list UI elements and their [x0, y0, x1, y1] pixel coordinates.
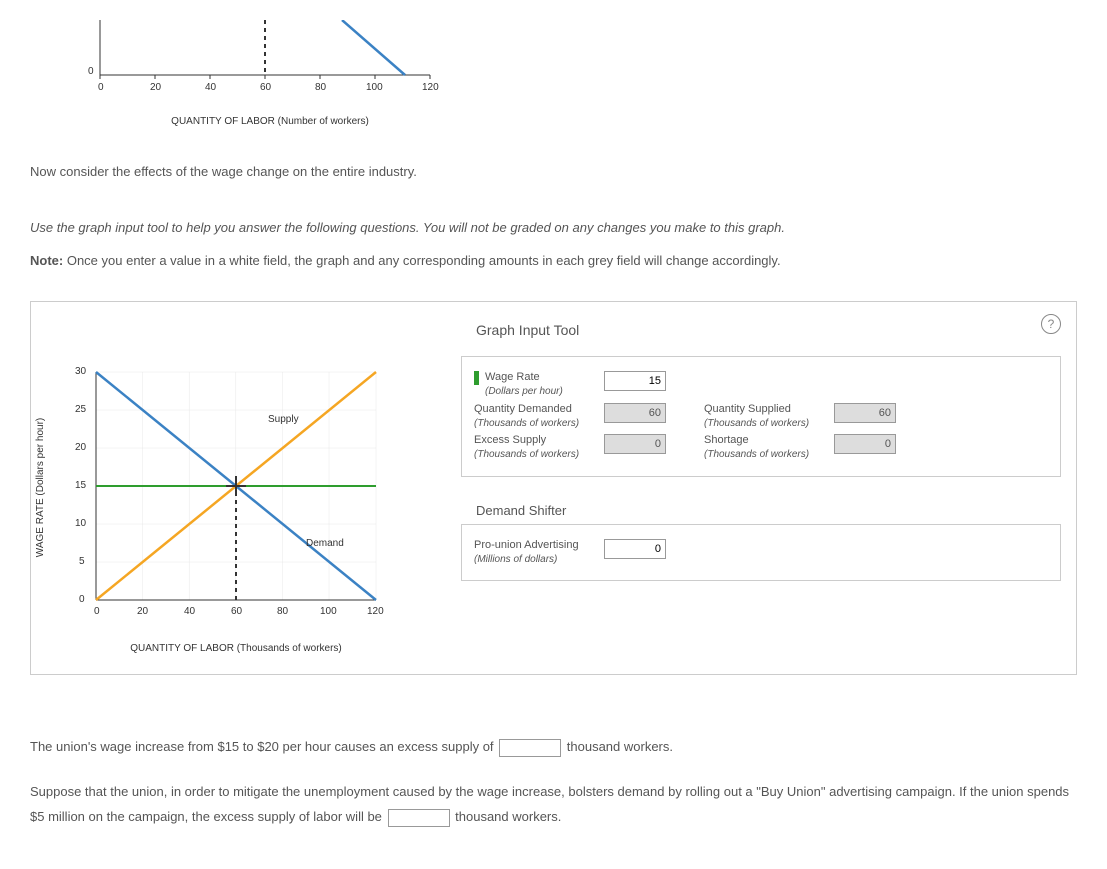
- shifter-group: Pro-union Advertising (Millions of dolla…: [461, 524, 1061, 582]
- green-bar-icon: [474, 371, 479, 385]
- yt5: 5: [79, 556, 85, 567]
- yt0: 0: [79, 594, 85, 605]
- supply-label: Supply: [268, 414, 299, 425]
- top-x-100: 100: [366, 82, 383, 93]
- excess-sub: (Thousands of workers): [474, 449, 579, 460]
- q1-input[interactable]: [499, 739, 561, 757]
- xt60: 60: [231, 606, 242, 617]
- yt20: 20: [75, 442, 86, 453]
- wage-rate-label: Wage Rate: [485, 371, 540, 383]
- qd-value: 60: [604, 403, 666, 423]
- shortage-label-wrap: Shortage (Thousands of workers): [704, 434, 824, 462]
- question-2: Suppose that the union, in order to miti…: [30, 780, 1077, 829]
- excess-label: Excess Supply: [474, 434, 546, 446]
- top-chart: 0 0 20 40 60 80 100 120 QUANTITY OF LABO…: [60, 20, 1077, 127]
- adv-sub: (Millions of dollars): [474, 554, 557, 565]
- top-x-60: 60: [260, 82, 271, 93]
- intro-line-3-body: Once you enter a value in a white field,…: [63, 253, 780, 268]
- xt0: 0: [94, 606, 100, 617]
- excess-value: 0: [604, 434, 666, 454]
- adv-label-wrap: Pro-union Advertising (Millions of dolla…: [474, 539, 594, 567]
- top-x-80: 80: [315, 82, 326, 93]
- qd-sub: (Thousands of workers): [474, 418, 579, 429]
- shortage-sub: (Thousands of workers): [704, 449, 809, 460]
- main-chart-col: WAGE RATE (Dollars per hour): [41, 322, 421, 654]
- yt15: 15: [75, 480, 86, 491]
- top-x-40: 40: [205, 82, 216, 93]
- qs-value: 60: [834, 403, 896, 423]
- yt30: 30: [75, 366, 86, 377]
- excess-label-wrap: Excess Supply (Thousands of workers): [474, 434, 594, 462]
- q1-post: thousand workers.: [563, 739, 673, 754]
- xt120: 120: [367, 606, 384, 617]
- top-x-120: 120: [422, 82, 439, 93]
- question-1: The union's wage increase from $15 to $2…: [30, 735, 1077, 760]
- xt100: 100: [320, 606, 337, 617]
- wage-rate-label-wrap: Wage Rate (Dollars per hour): [474, 371, 594, 399]
- adv-label: Pro-union Advertising: [474, 539, 579, 551]
- qd-label: Quantity Demanded: [474, 403, 572, 415]
- main-xaxis-label: QUANTITY OF LABOR (Thousands of workers): [96, 643, 376, 654]
- intro-line-2: Use the graph input tool to help you ans…: [30, 218, 1077, 239]
- top-xaxis-label: QUANTITY OF LABOR (Number of workers): [100, 116, 440, 127]
- qs-sub: (Thousands of workers): [704, 418, 809, 429]
- top-x-0: 0: [98, 82, 104, 93]
- adv-input[interactable]: [604, 539, 666, 559]
- shortage-label: Shortage: [704, 434, 749, 446]
- tool-title: Graph Input Tool: [476, 322, 1061, 338]
- shifter-title: Demand Shifter: [476, 503, 1061, 518]
- market-group: Wage Rate (Dollars per hour) Quantity De…: [461, 356, 1061, 477]
- intro-line-3: Note: Once you enter a value in a white …: [30, 251, 1077, 272]
- q1-pre: The union's wage increase from $15 to $2…: [30, 739, 497, 754]
- intro-line-1: Now consider the effects of the wage cha…: [30, 162, 1077, 183]
- q2-b: thousand workers.: [452, 809, 562, 824]
- qs-label-wrap: Quantity Supplied (Thousands of workers): [704, 403, 824, 431]
- shortage-value: 0: [834, 434, 896, 454]
- wage-rate-sub: (Dollars per hour): [485, 386, 563, 397]
- xt40: 40: [184, 606, 195, 617]
- q2-input[interactable]: [388, 809, 450, 827]
- qs-label: Quantity Supplied: [704, 403, 791, 415]
- yt25: 25: [75, 404, 86, 415]
- main-chart-svg[interactable]: Supply Demand: [41, 362, 401, 622]
- note-prefix: Note:: [30, 253, 63, 268]
- wage-rate-input[interactable]: [604, 371, 666, 391]
- xt80: 80: [277, 606, 288, 617]
- top-chart-svg: [60, 20, 440, 95]
- tool-col: Graph Input Tool Wage Rate (Dollars per …: [461, 322, 1061, 654]
- demand-label: Demand: [306, 538, 344, 549]
- graph-panel: WAGE RATE (Dollars per hour): [30, 301, 1077, 675]
- top-x-20: 20: [150, 82, 161, 93]
- xt20: 20: [137, 606, 148, 617]
- qd-label-wrap: Quantity Demanded (Thousands of workers): [474, 403, 594, 431]
- top-y-0: 0: [88, 66, 94, 77]
- yt10: 10: [75, 518, 86, 529]
